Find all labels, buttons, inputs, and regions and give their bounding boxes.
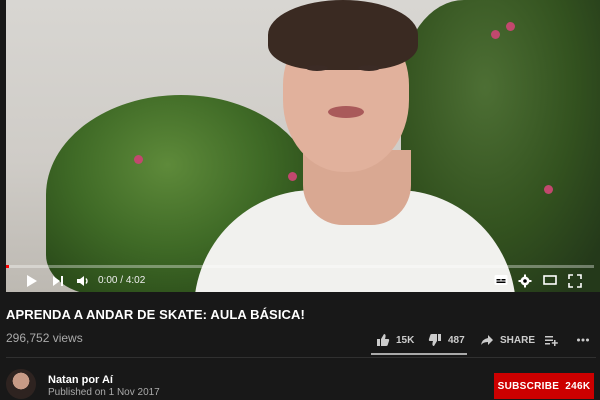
volume-icon — [77, 276, 88, 286]
presenter-eye — [358, 65, 380, 71]
next-icon — [53, 276, 63, 286]
player-controls: 0:00 / 4:02 — [6, 270, 600, 292]
theater-icon — [543, 275, 557, 285]
time-display: 0:00 / 4:02 — [98, 274, 145, 288]
play-button[interactable] — [26, 274, 38, 288]
progress-bar-fill — [6, 265, 9, 268]
more-actions-button[interactable] — [576, 331, 590, 349]
volume-button[interactable] — [76, 274, 90, 288]
share-label: SHARE — [500, 334, 536, 346]
play-icon — [27, 275, 37, 287]
time-separator: / — [120, 275, 124, 286]
time-current: 0:00 — [98, 275, 118, 286]
subscribe-button[interactable]: SUBSCRIBE 246K — [494, 373, 594, 399]
subtitles-icon — [494, 275, 508, 285]
divider — [6, 357, 596, 358]
thumbs-up-icon — [377, 334, 390, 346]
channel-name[interactable]: Natan por Aí — [48, 374, 113, 386]
subscriber-count: 246K — [565, 380, 591, 392]
video-frame[interactable] — [6, 0, 600, 292]
publish-date: Published on 1 Nov 2017 — [48, 387, 160, 398]
subscribe-label: SUBSCRIBE — [497, 380, 560, 392]
next-button[interactable] — [52, 274, 64, 288]
share-button[interactable]: SHARE — [480, 331, 535, 349]
presenter-hair — [268, 0, 418, 70]
thumbs-down-icon — [428, 334, 441, 346]
theater-mode-button[interactable] — [543, 274, 557, 286]
share-icon — [481, 335, 493, 345]
presenter-mouth — [328, 106, 364, 118]
subtitles-button[interactable] — [494, 274, 508, 286]
dislike-count: 487 — [448, 334, 465, 346]
settings-icon — [518, 274, 532, 288]
fullscreen-icon — [568, 274, 582, 288]
add-to-playlist-icon — [545, 336, 558, 346]
fullscreen-button[interactable] — [568, 274, 582, 288]
settings-button[interactable] — [518, 274, 532, 288]
channel-avatar[interactable] — [6, 369, 36, 399]
presenter-eye — [306, 65, 328, 71]
more-icon — [577, 338, 589, 342]
view-count: 296,752 views — [6, 331, 83, 345]
time-total: 4:02 — [125, 275, 146, 286]
like-ratio-bar — [371, 353, 467, 355]
progress-bar[interactable] — [6, 265, 594, 268]
like-button[interactable]: 15K — [376, 331, 414, 349]
video-presenter — [6, 0, 600, 292]
dislike-button[interactable]: 487 — [428, 331, 465, 349]
like-count: 15K — [396, 334, 415, 346]
video-title: APRENDA A ANDAR DE SKATE: AULA BÁSICA! — [6, 307, 305, 322]
add-to-playlist-button[interactable] — [544, 331, 558, 349]
video-player[interactable] — [6, 0, 600, 292]
